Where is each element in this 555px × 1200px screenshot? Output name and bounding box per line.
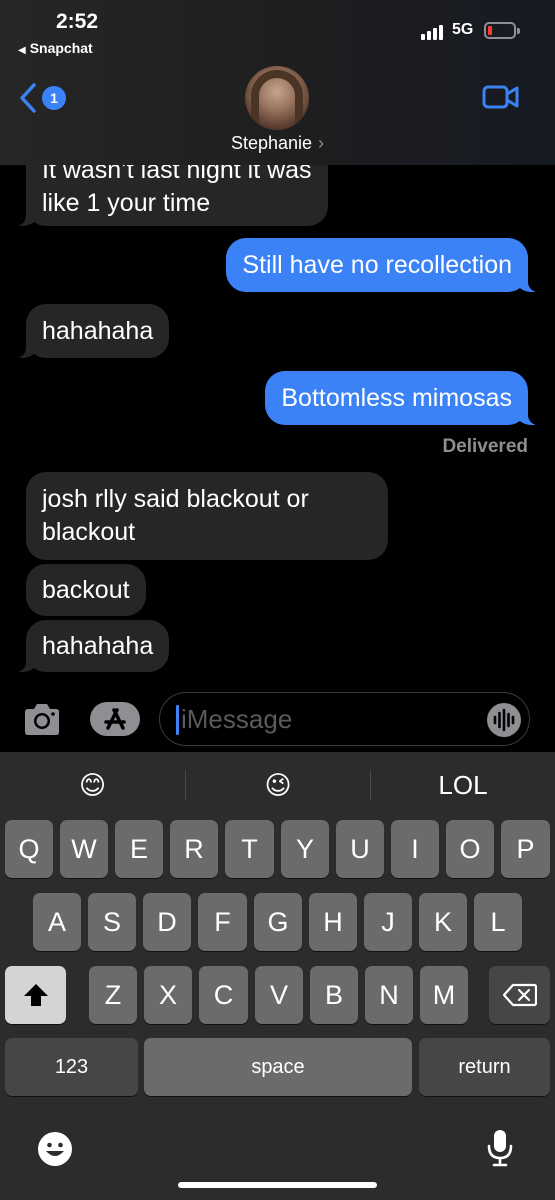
key-j[interactable]: J: [364, 893, 412, 951]
key-n[interactable]: N: [365, 966, 413, 1024]
battery-icon: [484, 22, 520, 39]
imessage-placeholder: iMessage: [181, 704, 293, 734]
contact-name-button[interactable]: Stephanie ›: [0, 133, 555, 154]
key-s[interactable]: S: [88, 893, 136, 951]
message-text: blackout: [42, 518, 136, 546]
key-b[interactable]: B: [310, 966, 358, 1024]
audio-message-button[interactable]: [487, 703, 521, 737]
delete-key[interactable]: [489, 966, 550, 1024]
message-text: backout: [42, 576, 130, 604]
message-bubble-received[interactable]: hahahaha: [13, 304, 170, 358]
key-u[interactable]: U: [336, 820, 384, 878]
emoji-icon: [38, 1132, 72, 1166]
key-c[interactable]: C: [199, 966, 248, 1024]
key-g[interactable]: G: [254, 893, 302, 951]
status-time: 2:52: [56, 10, 99, 33]
message-bubble-sent[interactable]: Still have no recollection: [226, 238, 540, 292]
back-app-label: Snapchat: [29, 40, 93, 56]
imessage-input[interactable]: iMessage: [159, 692, 530, 746]
key-p[interactable]: P: [501, 820, 550, 878]
back-button[interactable]: 1: [18, 82, 68, 114]
chevron-right-icon: ›: [318, 133, 325, 153]
key-l[interactable]: L: [474, 893, 522, 951]
back-triangle-icon: ◀: [18, 45, 26, 56]
app-store-icon: [104, 708, 126, 730]
text-cursor: [176, 705, 179, 735]
keyboard: 😊 😉 LOL Q W E R T Y U I O P A S D F G H …: [0, 752, 555, 1200]
message-text: hahahaha: [42, 317, 154, 345]
message-bubble-received[interactable]: hahahaha: [13, 620, 170, 672]
key-h[interactable]: H: [309, 893, 357, 951]
key-i[interactable]: I: [391, 820, 439, 878]
facetime-video-button[interactable]: [482, 84, 520, 110]
message-bubble-received[interactable]: backout: [26, 564, 146, 616]
camera-button[interactable]: [22, 702, 62, 736]
dictation-button[interactable]: [486, 1128, 514, 1168]
key-y[interactable]: Y: [281, 820, 329, 878]
key-d[interactable]: D: [143, 893, 191, 951]
network-type: 5G: [452, 21, 474, 38]
suggestion-lol[interactable]: LOL: [371, 752, 555, 814]
numbers-key[interactable]: 123: [5, 1038, 138, 1096]
key-x[interactable]: X: [144, 966, 192, 1024]
key-w[interactable]: W: [60, 820, 108, 878]
message-text: hahahaha: [42, 632, 154, 660]
key-m[interactable]: M: [420, 966, 468, 1024]
microphone-icon: [487, 1130, 513, 1167]
camera-icon: [25, 704, 59, 735]
message-bubble-received[interactable]: josh rlly said blackout or blackout: [26, 472, 388, 560]
key-e[interactable]: E: [115, 820, 163, 878]
key-z[interactable]: Z: [89, 966, 137, 1024]
space-key[interactable]: space: [144, 1038, 412, 1096]
video-camera-icon: [482, 85, 519, 109]
suggestion-emoji-wink[interactable]: 😉: [186, 752, 370, 814]
message-text: like 1 your time: [42, 189, 211, 217]
contact-name: Stephanie: [230, 133, 313, 153]
app-store-button[interactable]: [90, 702, 140, 736]
message-text: josh rlly said blackout or: [42, 485, 309, 513]
message-text: Still have no recollection: [242, 251, 512, 279]
suggestion-emoji-smile[interactable]: 😊: [0, 752, 185, 814]
message-text: Bottomless mimosas: [281, 384, 512, 412]
return-key[interactable]: return: [419, 1038, 550, 1096]
back-to-app-link[interactable]: ◀ Snapchat: [18, 40, 93, 56]
chevron-left-icon: [20, 83, 36, 113]
message-thread[interactable]: It wasn’t last night it was like 1 your …: [0, 138, 555, 690]
key-k[interactable]: K: [419, 893, 467, 951]
shift-key[interactable]: [5, 966, 66, 1024]
message-bubble-sent[interactable]: Bottomless mimosas: [265, 371, 540, 425]
key-o[interactable]: O: [446, 820, 494, 878]
home-indicator[interactable]: [178, 1182, 377, 1188]
key-r[interactable]: R: [170, 820, 218, 878]
conversation-header: 2:52 ◀ Snapchat 5G 1 Stephanie ›: [0, 0, 555, 165]
key-v[interactable]: V: [255, 966, 303, 1024]
cellular-signal-icon: [421, 24, 445, 40]
backspace-icon: [502, 983, 537, 1007]
shift-arrow-icon: [23, 984, 48, 1006]
key-f[interactable]: F: [198, 893, 247, 951]
key-q[interactable]: Q: [5, 820, 53, 878]
emoji-keyboard-button[interactable]: [36, 1130, 74, 1168]
contact-avatar[interactable]: [245, 66, 309, 130]
waveform-icon: [493, 708, 515, 732]
unread-count-badge: 1: [42, 86, 66, 110]
key-t[interactable]: T: [225, 820, 274, 878]
key-a[interactable]: A: [33, 893, 81, 951]
delivered-status: Delivered: [442, 436, 528, 457]
